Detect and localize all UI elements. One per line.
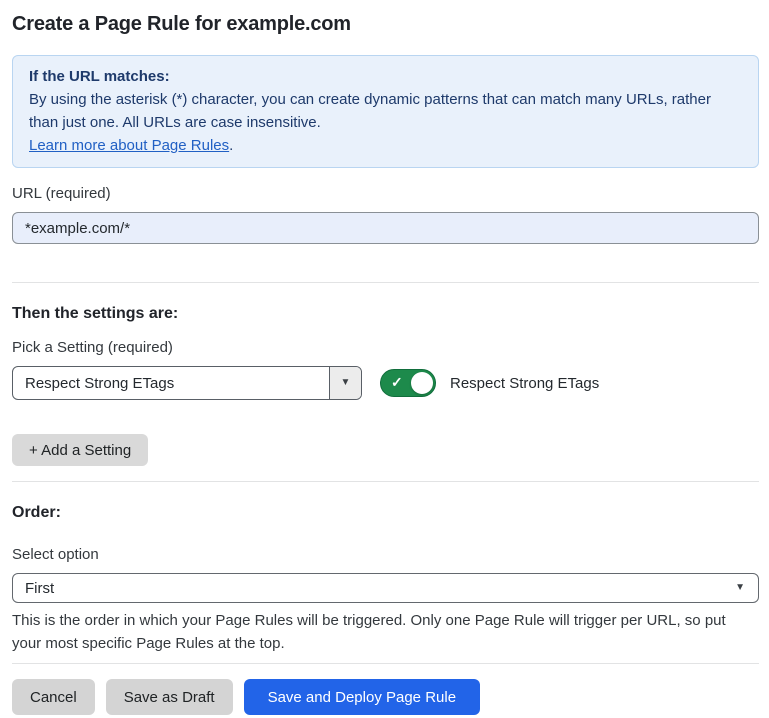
info-box-link-line: Learn more about Page Rules.	[29, 134, 742, 157]
setting-toggle-label: Respect Strong ETags	[450, 375, 599, 392]
chevron-down-icon: ▼	[341, 378, 351, 388]
url-match-info-box: If the URL matches: By using the asteris…	[12, 55, 759, 168]
check-icon: ✓	[391, 374, 403, 391]
page-rule-form: Create a Page Rule for example.com If th…	[0, 0, 769, 715]
info-box-heading: If the URL matches:	[29, 65, 742, 88]
setting-select-arrow-button[interactable]: ▼	[329, 367, 361, 399]
setting-select-value: Respect Strong ETags	[13, 367, 329, 399]
cancel-button[interactable]: Cancel	[12, 679, 95, 715]
url-input[interactable]	[12, 212, 759, 244]
page-title: Create a Page Rule for example.com	[12, 12, 759, 36]
chevron-down-icon: ▼	[735, 583, 745, 593]
order-select[interactable]: First ▼	[12, 573, 759, 603]
setting-row: Respect Strong ETags ▼ ✓ Respect Strong …	[12, 366, 759, 400]
order-select-value: First	[13, 580, 735, 597]
order-section-heading: Order:	[12, 503, 759, 522]
save-as-draft-button[interactable]: Save as Draft	[106, 679, 233, 715]
setting-picker-label: Pick a Setting (required)	[12, 339, 759, 357]
order-help-text: This is the order in which your Page Rul…	[12, 609, 757, 655]
info-box-body: By using the asterisk (*) character, you…	[29, 88, 742, 134]
setting-select[interactable]: Respect Strong ETags ▼	[12, 366, 362, 400]
url-field-label: URL (required)	[12, 185, 759, 203]
section-divider	[12, 282, 759, 283]
setting-toggle[interactable]: ✓	[380, 369, 436, 397]
footer-actions: Cancel Save as Draft Save and Deploy Pag…	[12, 679, 759, 715]
add-setting-button[interactable]: + Add a Setting	[12, 434, 148, 466]
order-select-label: Select option	[12, 546, 759, 564]
section-divider	[12, 481, 759, 482]
settings-section-heading: Then the settings are:	[12, 304, 759, 323]
learn-more-link[interactable]: Learn more about Page Rules	[29, 137, 229, 154]
save-and-deploy-button[interactable]: Save and Deploy Page Rule	[244, 679, 480, 715]
footer-divider	[12, 663, 759, 664]
toggle-knob	[411, 372, 433, 394]
link-period: .	[229, 137, 233, 154]
